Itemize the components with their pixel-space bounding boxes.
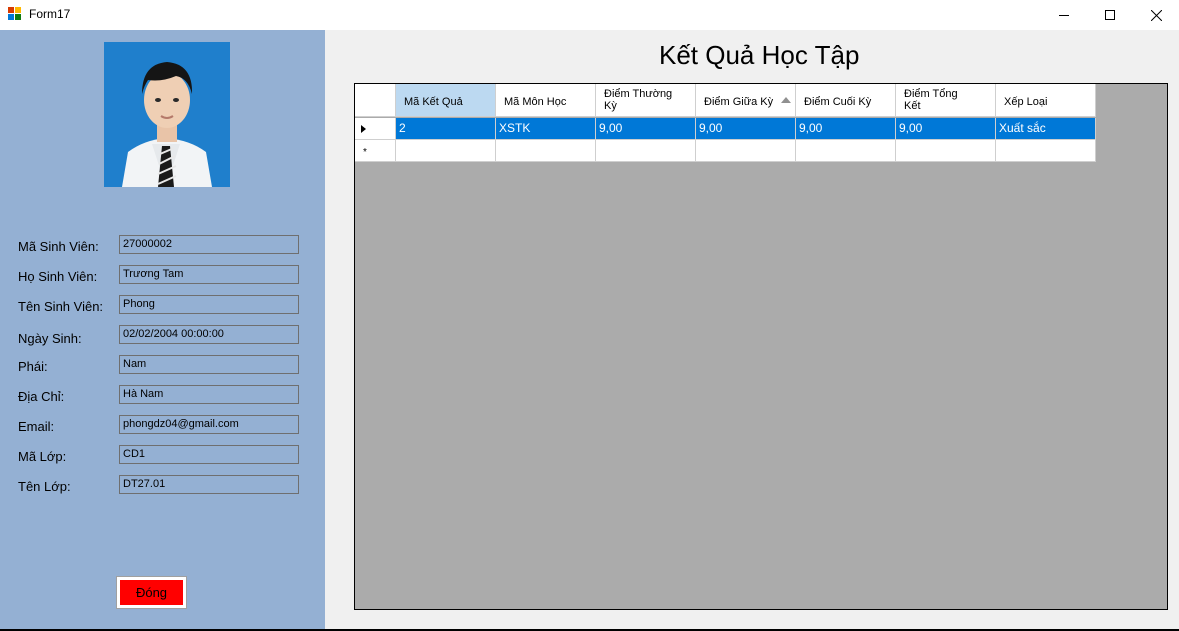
last-name-field[interactable]: Trương Tam (119, 265, 299, 284)
table-cell[interactable] (696, 140, 796, 162)
last-name-label: Họ Sinh Viên: (18, 269, 98, 284)
table-row[interactable]: 2 XSTK 9,00 9,00 9,00 9,00 Xuất sắc (355, 118, 1096, 140)
column-header-label: Mã Kết Quả (404, 95, 463, 108)
column-header-label: Điểm Giữa Kỳ (704, 95, 774, 108)
column-header-final-score[interactable]: Điểm Cuối Kỳ (796, 84, 896, 117)
column-header-label: Điểm Cuối Kỳ (804, 95, 872, 108)
page-title: Kết Quả Học Tập (659, 40, 860, 70)
table-cell[interactable]: 9,00 (596, 118, 696, 140)
table-cell[interactable] (496, 140, 596, 162)
new-row-star-icon: * (363, 147, 367, 158)
column-header-subject-id[interactable]: Mã Môn Học (496, 84, 596, 117)
table-cell[interactable]: 9,00 (896, 118, 996, 140)
window-title: Form17 (29, 7, 71, 21)
sort-ascending-icon (781, 97, 791, 103)
column-header-label: Mã Môn Học (504, 95, 567, 108)
table-cell[interactable] (596, 140, 696, 162)
gender-label: Phái: (18, 359, 48, 374)
student-info-panel: Mã Sinh Viên: 27000002 Họ Sinh Viên: Trư… (0, 30, 325, 631)
class-id-label: Mã Lớp: (18, 449, 67, 464)
table-cell[interactable]: 9,00 (796, 118, 896, 140)
maximize-button[interactable] (1087, 0, 1133, 30)
column-header-label: Điểm Thường Kỳ (604, 88, 673, 112)
table-cell[interactable]: 2 (396, 118, 496, 140)
birth-date-field[interactable]: 02/02/2004 00:00:00 (119, 325, 299, 344)
form-app-icon[interactable] (8, 7, 22, 21)
column-header-result-id[interactable]: Mã Kết Quả (396, 84, 496, 117)
first-name-label: Tên Sinh Viên: (18, 299, 104, 314)
table-cell[interactable]: Xuất sắc (996, 118, 1096, 140)
email-label: Email: (18, 419, 55, 434)
current-row-arrow-icon (361, 125, 366, 133)
column-header-total-score[interactable]: Điểm Tổng Kết (896, 84, 996, 117)
table-cell[interactable] (896, 140, 996, 162)
email-field[interactable]: phongdz04@gmail.com (119, 415, 299, 434)
column-header-midterm-score[interactable]: Điểm Giữa Kỳ (696, 84, 796, 117)
table-cell[interactable] (996, 140, 1096, 162)
student-id-label: Mã Sinh Viên: (18, 239, 99, 254)
column-header-label: Xếp Loại (1004, 95, 1048, 108)
minimize-button[interactable] (1041, 0, 1087, 30)
table-cell[interactable] (796, 140, 896, 162)
gender-field[interactable]: Nam (119, 355, 299, 374)
table-cell[interactable]: 9,00 (696, 118, 796, 140)
student-photo (104, 42, 230, 187)
row-header[interactable]: * (355, 140, 396, 162)
close-icon (1150, 9, 1162, 21)
close-form-button-label: Đóng (120, 580, 183, 605)
close-window-button[interactable] (1133, 0, 1179, 30)
class-name-field[interactable]: DT27.01 (119, 475, 299, 494)
address-label: Địa Chỉ: (18, 389, 65, 404)
grid-header: Mã Kết Quả Mã Môn Học Điểm Thường Kỳ Điể… (355, 84, 1096, 118)
student-id-field[interactable]: 27000002 (119, 235, 299, 254)
title-bar: Form17 (0, 0, 1179, 30)
row-header[interactable] (355, 118, 396, 140)
class-name-label: Tên Lớp: (18, 479, 71, 494)
table-cell[interactable] (396, 140, 496, 162)
column-header-label: Điểm Tổng Kết (904, 88, 958, 112)
column-header-rank[interactable]: Xếp Loại (996, 84, 1096, 117)
table-cell[interactable]: XSTK (496, 118, 596, 140)
results-grid[interactable]: Mã Kết Quả Mã Môn Học Điểm Thường Kỳ Điể… (354, 83, 1168, 610)
minimize-icon (1059, 15, 1069, 16)
maximize-icon (1105, 10, 1115, 20)
first-name-field[interactable]: Phong (119, 295, 299, 314)
class-id-field[interactable]: CD1 (119, 445, 299, 464)
new-row[interactable]: * (355, 140, 1096, 162)
address-field[interactable]: Hà Nam (119, 385, 299, 404)
column-header-regular-score[interactable]: Điểm Thường Kỳ (596, 84, 696, 117)
grid-corner-header[interactable] (355, 84, 396, 117)
birth-date-label: Ngày Sinh: (18, 331, 82, 346)
close-form-button[interactable]: Đóng (116, 576, 187, 609)
